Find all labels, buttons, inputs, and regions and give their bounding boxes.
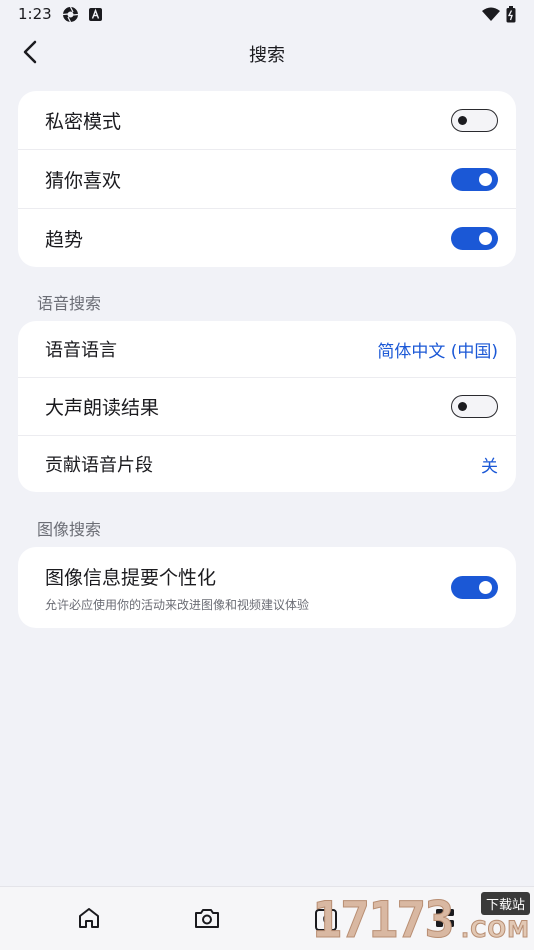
status-right <box>482 5 516 23</box>
toggle-knob <box>458 115 467 125</box>
general-settings-card: 私密模式 猜你喜欢 趋势 <box>18 91 516 267</box>
recommendations-row[interactable]: 猜你喜欢 <box>18 150 516 209</box>
trending-toggle[interactable] <box>451 226 498 250</box>
image-personalization-text: 图像信息提要个性化 允许必应使用你的活动来改进图像和视频建议体验 <box>45 563 309 613</box>
voice-language-label: 语音语言 <box>45 340 117 361</box>
voice-search-card: 语音语言 简体中文 (中国) 大声朗读结果 贡献语音片段 关 <box>18 321 516 492</box>
read-aloud-toggle[interactable] <box>451 395 498 418</box>
status-bar: 1:23 <box>0 0 534 28</box>
status-time: 1:23 <box>18 5 52 23</box>
page-title: 搜索 <box>249 45 285 66</box>
voice-language-value: 简体中文 (中国) <box>377 341 498 362</box>
image-personalization-row[interactable]: 图像信息提要个性化 允许必应使用你的活动来改进图像和视频建议体验 <box>18 547 516 628</box>
back-button[interactable] <box>14 38 46 70</box>
site-watermark: 17173 下载站 .COM <box>306 888 534 950</box>
recommendations-label: 猜你喜欢 <box>45 169 122 192</box>
aperture-icon <box>62 6 79 23</box>
voice-search-header: 语音搜索 <box>37 294 102 313</box>
contribute-voice-row[interactable]: 贡献语音片段 关 <box>18 436 516 492</box>
home-icon <box>77 906 101 934</box>
watermark-domain: .COM <box>460 918 530 944</box>
voice-language-row[interactable]: 语音语言 简体中文 (中国) <box>18 321 516 378</box>
toggle-knob <box>479 172 492 186</box>
image-search-card: 图像信息提要个性化 允许必应使用你的活动来改进图像和视频建议体验 <box>18 547 516 628</box>
wifi-icon <box>482 7 500 21</box>
read-aloud-row[interactable]: 大声朗读结果 <box>18 378 516 436</box>
toggle-knob <box>479 231 492 245</box>
camera-button[interactable] <box>192 905 222 935</box>
read-aloud-label: 大声朗读结果 <box>45 397 160 419</box>
private-mode-row[interactable]: 私密模式 <box>18 91 516 150</box>
contribute-voice-label: 贡献语音片段 <box>45 455 153 476</box>
toggle-knob <box>479 581 492 594</box>
back-arrow-icon <box>22 40 38 68</box>
status-left: 1:23 <box>18 5 102 23</box>
keyboard-a-icon <box>88 7 102 21</box>
image-personalization-description: 允许必应使用你的活动来改进图像和视频建议体验 <box>45 597 310 612</box>
battery-icon <box>506 5 516 23</box>
toggle-knob <box>458 402 467 411</box>
camera-icon <box>194 906 220 934</box>
recommendations-toggle[interactable] <box>451 167 498 191</box>
image-personalization-toggle[interactable] <box>451 576 498 599</box>
trending-label: 趋势 <box>45 228 84 251</box>
watermark-digits: 17173 <box>312 891 456 949</box>
private-mode-toggle[interactable] <box>451 108 498 132</box>
home-button[interactable] <box>74 905 104 935</box>
contribute-voice-value: 关 <box>481 456 498 477</box>
watermark-tag: 下载站 <box>480 892 530 915</box>
image-search-header: 图像搜索 <box>37 520 102 539</box>
private-mode-label: 私密模式 <box>45 110 122 133</box>
trending-row[interactable]: 趋势 <box>18 209 516 267</box>
app-bar: 搜索 <box>0 30 534 78</box>
image-personalization-label: 图像信息提要个性化 <box>45 566 217 589</box>
